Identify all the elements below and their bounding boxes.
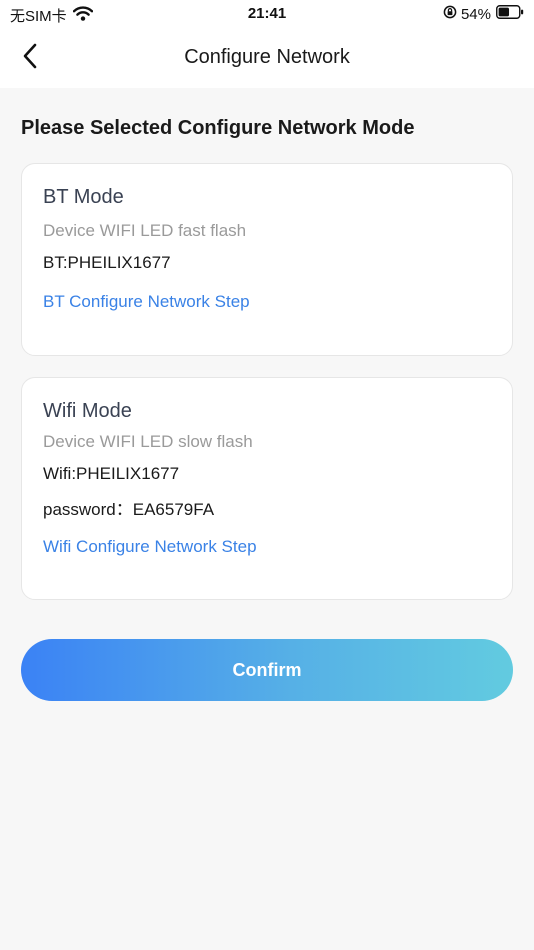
wifi-ssid: Wifi:PHEILIX1677 [43, 464, 180, 483]
bt-device-name: BT:PHEILIX1677 [43, 253, 171, 272]
nav-bar: Configure Network [0, 30, 534, 88]
status-bar: 无SIM卡 21:41 54% [0, 0, 534, 30]
bt-mode-card[interactable]: BT Mode Device WIFI LED fast flash BT:PH… [21, 163, 513, 356]
wifi-mode-card[interactable]: Wifi Mode Device WIFI LED slow flash Wif… [21, 377, 513, 600]
bt-configure-step-link[interactable]: BT Configure Network Step [43, 292, 250, 312]
wifi-configure-step-link[interactable]: Wifi Configure Network Step [43, 537, 257, 557]
orientation-lock-icon [443, 5, 457, 23]
status-right: 54% [443, 5, 524, 23]
wifi-password: password：EA6579FA [43, 500, 215, 519]
page-title: Configure Network [184, 46, 350, 68]
bt-mode-description: Device WIFI LED fast flash [43, 221, 247, 240]
wifi-mode-title: Wifi Mode [43, 400, 132, 422]
confirm-button[interactable]: Confirm [21, 639, 513, 701]
battery-percent: 54% [460, 5, 491, 23]
wifi-mode-description: Device WIFI LED slow flash [43, 432, 253, 451]
battery-icon [496, 5, 524, 23]
section-heading: Please Selected Configure Network Mode [21, 117, 415, 139]
bt-mode-title: BT Mode [43, 186, 124, 208]
